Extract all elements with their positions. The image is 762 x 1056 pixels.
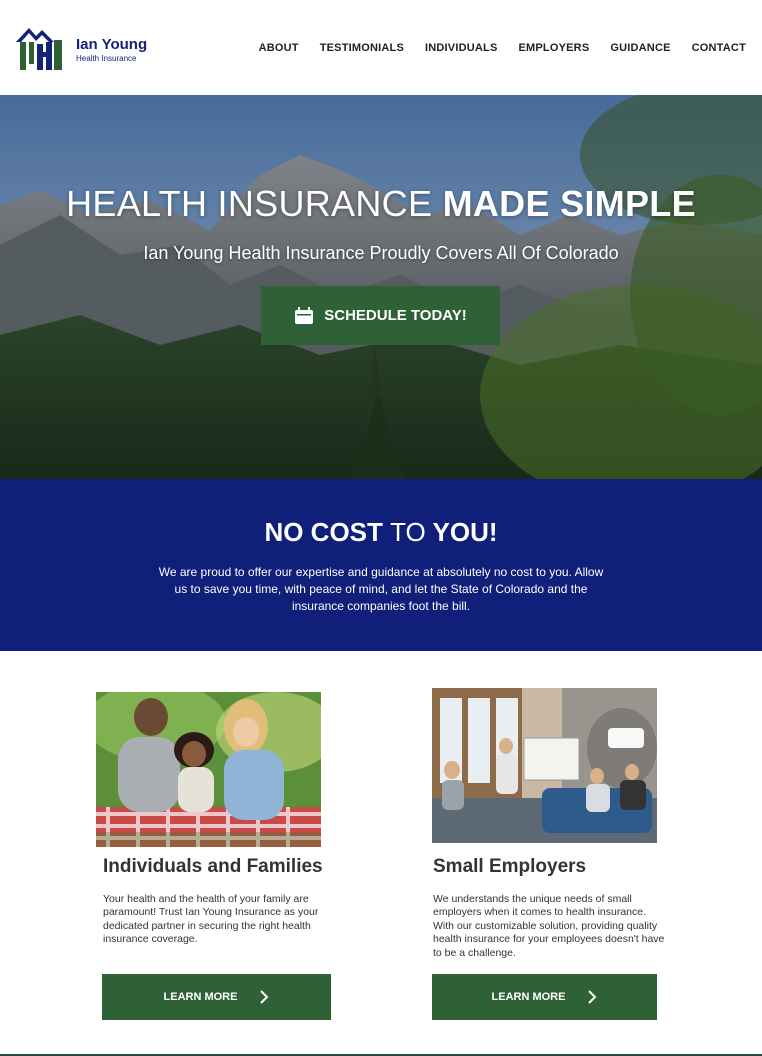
- site-header: Ian Young Health Insurance ABOUT TESTIMO…: [0, 0, 762, 95]
- main-nav: ABOUT TESTIMONIALS INDIVIDUALS EMPLOYERS…: [259, 42, 746, 54]
- hero-section: HEALTH INSURANCE MADE SIMPLE Ian Young H…: [0, 95, 762, 479]
- no-cost-title: NO COST TO YOU!: [0, 517, 762, 548]
- hero-title-bold: MADE SIMPLE: [442, 183, 696, 224]
- chevron-right-icon: [588, 990, 597, 1004]
- nav-individuals[interactable]: INDIVIDUALS: [425, 42, 497, 54]
- no-cost-title-part2: TO: [390, 517, 426, 547]
- logo-mark-icon: [16, 28, 62, 70]
- individuals-card-text: Your health and the health of your famil…: [103, 893, 319, 946]
- nav-employers[interactable]: EMPLOYERS: [518, 42, 589, 54]
- calendar-icon: [295, 306, 314, 324]
- nav-contact[interactable]: CONTACT: [692, 42, 746, 54]
- nav-guidance[interactable]: GUIDANCE: [610, 42, 670, 54]
- employers-card-text: We understands the unique needs of small…: [433, 893, 665, 959]
- nav-testimonials[interactable]: TESTIMONIALS: [320, 42, 404, 54]
- hero-title: HEALTH INSURANCE MADE SIMPLE: [0, 183, 762, 225]
- chevron-right-icon: [260, 990, 269, 1004]
- schedule-button-label: SCHEDULE TODAY!: [324, 307, 467, 324]
- logo[interactable]: Ian Young Health Insurance: [16, 26, 156, 72]
- no-cost-section: NO COST TO YOU! We are proud to offer ou…: [0, 479, 762, 651]
- no-cost-text: We are proud to offer our expertise and …: [158, 565, 604, 613]
- brand-name: Ian Young: [76, 36, 148, 53]
- schedule-button[interactable]: SCHEDULE TODAY!: [261, 286, 500, 345]
- hero-title-light: HEALTH INSURANCE: [66, 183, 433, 224]
- individuals-card-title: Individuals and Families: [103, 856, 323, 877]
- employers-learn-more-button[interactable]: LEARN MORE: [432, 974, 657, 1020]
- nav-about[interactable]: ABOUT: [259, 42, 299, 54]
- no-cost-title-part1: NO COST: [264, 517, 383, 547]
- brand-tagline: Health Insurance: [76, 54, 137, 63]
- employers-card-title: Small Employers: [433, 856, 587, 877]
- office-team-photo: [432, 688, 657, 843]
- family-photo: [96, 692, 321, 847]
- employers-learn-more-label: LEARN MORE: [491, 991, 566, 1003]
- individuals-learn-more-label: LEARN MORE: [163, 991, 238, 1003]
- hero-subtitle: Ian Young Health Insurance Proudly Cover…: [143, 243, 619, 263]
- no-cost-title-part3: YOU!: [432, 517, 498, 547]
- individuals-learn-more-button[interactable]: LEARN MORE: [102, 974, 331, 1020]
